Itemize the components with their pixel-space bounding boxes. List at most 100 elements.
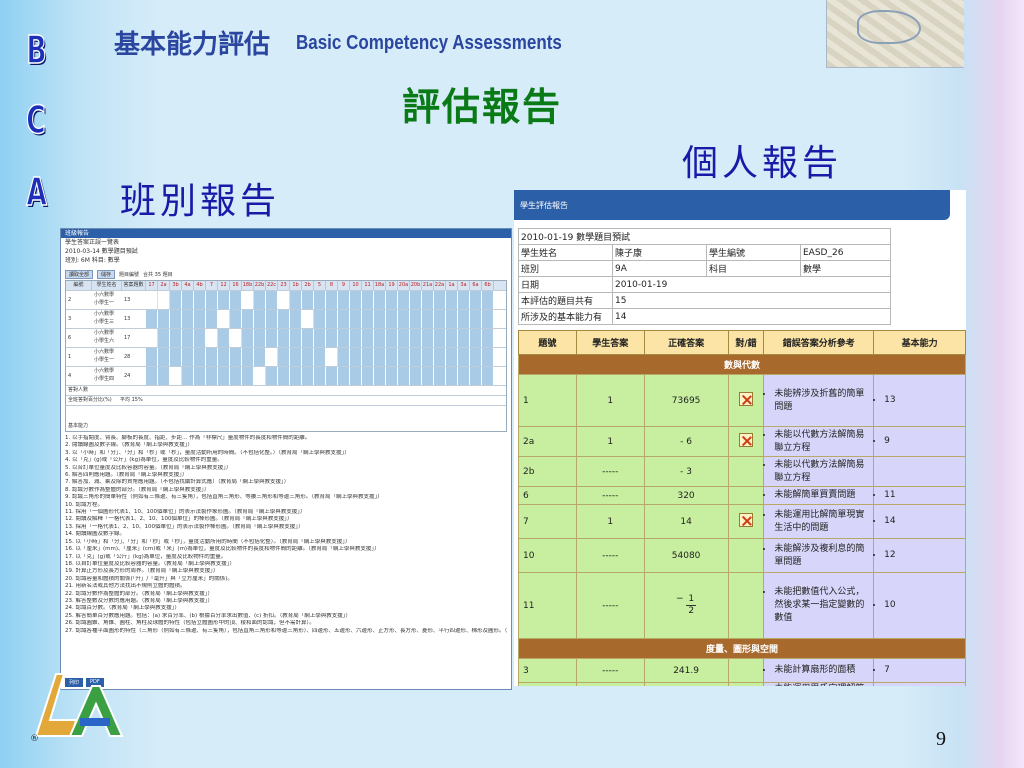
header-title-en: Basic Competency Assessments: [296, 32, 562, 54]
answer-cell: [386, 291, 398, 309]
grid-header-cell: 19: [386, 281, 398, 290]
grid-header-cell: 18b: [242, 281, 254, 290]
correct-answer: 73695: [643, 374, 729, 427]
basic-skill: 14: [873, 504, 966, 539]
right-wrong-cell: [727, 682, 765, 686]
skills-count-label: 所涉及的基本能力有: [518, 308, 613, 325]
col-basic-skill: 基本能力: [873, 330, 966, 355]
save-button[interactable]: 儲存: [97, 269, 116, 279]
answer-cell: [398, 348, 410, 366]
grid-header-cell: 12: [218, 281, 230, 290]
label-individual-report: 個人報告: [682, 143, 843, 184]
student-name: 小六數學 小學生六: [94, 330, 115, 344]
grid-header-cell: 17: [146, 281, 158, 290]
answer-cell: [206, 367, 218, 385]
answer-cell: [158, 348, 170, 366]
answer-cell: [350, 348, 362, 366]
skill-list-item: 25. 解答簡單百分數應用題。包括：(a) 求百分率、(b) 根據百分率求出數值…: [65, 612, 352, 619]
section2-rows: 3-----241.9 未能計算扇形的面積74-----17 未能運用畢氏定理解答簡…: [518, 658, 966, 686]
basic-skill: 2: [873, 682, 966, 686]
correct-answer: 320: [643, 486, 729, 505]
answer-cell: [158, 367, 170, 385]
answer-cell: [482, 329, 494, 347]
answer-cell: [278, 367, 290, 385]
student-answer: -----: [575, 486, 645, 505]
grid-header-cell: 23: [278, 281, 290, 290]
answer-cell: [350, 291, 362, 309]
answer-cell: [302, 348, 314, 366]
report-row: 3-----241.9 未能計算扇形的面積7: [518, 658, 966, 683]
skill-list-item: 22. 認識分數作為整體的部分。（教育局「網上學與教支援」）: [65, 590, 213, 597]
correct-answer: 54080: [643, 538, 729, 573]
question-number: 6: [518, 486, 577, 505]
grid-header-cell: 5: [314, 281, 326, 290]
answer-cell: [314, 329, 326, 347]
answer-cell: [266, 367, 278, 385]
answer-cell: [422, 367, 434, 385]
load-all-button[interactable]: 讀取全部: [65, 269, 94, 279]
items-value: 15: [612, 292, 891, 309]
answer-cell: [338, 310, 350, 328]
answer-cell: [482, 291, 494, 309]
subject-value: 數學: [800, 260, 891, 277]
skill-list-item: 5. 以合訂單位量度及比較容器的容量。（教育局「網上學與教支援」）: [65, 464, 232, 471]
grid-header-cell: 學生姓名: [92, 281, 122, 290]
report-row: 4-----17 未能運用畢氏定理解答簡單問題2: [518, 682, 966, 686]
class-report-screenshot: 班級報告 學生答案正誤一覽表 2010-03-14 數學題目預試 班別: 6M …: [60, 228, 512, 690]
answer-cell: [302, 329, 314, 347]
basic-skill: 13: [873, 374, 966, 427]
grid-header-cell: 22b: [254, 281, 266, 290]
answer-cell: [302, 310, 314, 328]
answer-cell: [398, 367, 410, 385]
answer-cell: [338, 329, 350, 347]
answer-cell: [182, 348, 194, 366]
answer-cell: [362, 329, 374, 347]
answer-grid-rows: 2 小六數學 小學生一 13 3 小六數學 小學生三 13 6 小六數學 小學生六 17 1 小六數…: [66, 290, 506, 385]
skill-list-item: 21. 用新名法或其他方法找出不規則立體的體積。: [65, 583, 186, 590]
wrong-mark-icon: [738, 513, 753, 527]
slide-title: 評估報告: [402, 84, 563, 129]
answer-cell: [410, 367, 422, 385]
report-row: 6-----320 未能解簡單買賣問題11: [518, 486, 966, 505]
error-analysis: 未能解涉及複利息的簡單問題: [763, 538, 875, 573]
answer-cell: [398, 291, 410, 309]
page-number: 9: [936, 728, 946, 750]
student-answer: -----: [575, 456, 645, 487]
answer-cell: [218, 329, 230, 347]
class-label: 班別: [518, 260, 613, 277]
error-analysis: 未能以代數方法解簡易聯立方程: [763, 426, 875, 457]
answer-cell: [338, 291, 350, 309]
individual-report-screenshot: 學生評估報告 2010-01-19 數學題目預試 學生姓名 陳子康 學生編號 E…: [514, 190, 966, 686]
la-logo-icon: [34, 673, 124, 737]
answer-cell: [170, 310, 182, 328]
answer-cell: [434, 310, 446, 328]
class-report-class: 班別: 6M 科目: 數學: [65, 257, 120, 264]
skill-list-item: 4. 以「克」(g)或「公斤」(kg)為單位，量度及比較物件的重量。: [65, 457, 223, 464]
student-score: 28: [124, 354, 131, 360]
student-name-value: 陳子康: [612, 244, 707, 261]
right-wrong-cell: [727, 486, 765, 505]
grid-header-cell: 7: [206, 281, 218, 290]
student-row: 6 小六數學 小學生六 17: [66, 328, 506, 347]
col-error-analysis: 錯誤答案分析參考: [763, 330, 875, 355]
basic-skill: [873, 456, 966, 487]
student-number: 4: [68, 373, 72, 379]
answer-cell: [314, 291, 326, 309]
skill-list-item: 27. 認識各種平面圖形的特性（三角形（例如有三條邊、有三隻角），包括直角三角形…: [65, 627, 507, 634]
bca-letter-a: A: [26, 169, 48, 215]
answer-cell: [422, 310, 434, 328]
item-total-label: 合共 35 題目: [143, 271, 173, 278]
report-row: 7114未能運用比解簡單現實生活中的問題14: [518, 504, 966, 539]
answer-cell: [410, 329, 422, 347]
section1-rows: 1173695未能辨涉及折舊的簡單問題132a1- 6未能以代數方法解簡易聯立方…: [518, 374, 966, 639]
student-score: 13: [124, 316, 131, 322]
answer-cell: [218, 310, 230, 328]
answer-cell: [290, 348, 302, 366]
answer-cell: [278, 310, 290, 328]
answer-cell: [386, 329, 398, 347]
answer-cell: [350, 329, 362, 347]
answer-cell: [146, 348, 158, 366]
answer-cell: [410, 348, 422, 366]
student-answer: -----: [575, 538, 645, 573]
student-score: 13: [124, 297, 131, 303]
